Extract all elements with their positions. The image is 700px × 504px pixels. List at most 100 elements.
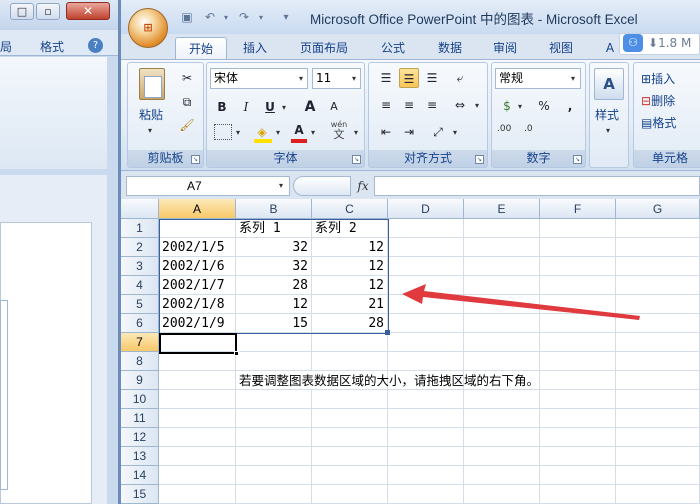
align-left-icon[interactable]: ≡ <box>376 95 396 115</box>
range-resize-handle[interactable] <box>385 330 390 335</box>
cell-c14[interactable] <box>312 466 388 485</box>
row-header[interactable]: 14 <box>121 466 159 485</box>
cell-b6[interactable]: 15 <box>236 314 312 333</box>
cell-d15[interactable] <box>388 485 464 504</box>
tab-review[interactable]: 审阅 <box>485 37 525 59</box>
delete-cells-button[interactable]: ⊟删除 <box>641 92 675 109</box>
tab-home[interactable]: 开始 <box>175 37 227 59</box>
align-top-icon[interactable]: ☰ <box>376 68 396 88</box>
borders-dropdown-icon[interactable]: ▾ <box>236 128 240 137</box>
formula-input[interactable] <box>374 176 700 196</box>
insert-function-button[interactable]: fx <box>353 176 373 196</box>
copy-icon[interactable]: ⧉ <box>177 92 197 112</box>
cell-c2[interactable]: 12 <box>312 238 388 257</box>
cell-e10[interactable] <box>464 390 540 409</box>
cell-f2[interactable] <box>540 238 616 257</box>
row-header[interactable]: 9 <box>121 371 159 390</box>
cell-c1[interactable]: 系列 2 <box>312 219 388 238</box>
cell-g11[interactable] <box>616 409 700 428</box>
cell-g6[interactable] <box>616 314 700 333</box>
cell-e3[interactable] <box>464 257 540 276</box>
cell-d6[interactable] <box>388 314 464 333</box>
cell-e12[interactable] <box>464 428 540 447</box>
cell-a12[interactable] <box>159 428 236 447</box>
cell-d2[interactable] <box>388 238 464 257</box>
styles-icon[interactable]: A <box>594 68 624 100</box>
row-header[interactable]: 13 <box>121 447 159 466</box>
cell-c4[interactable]: 12 <box>312 276 388 295</box>
cell-g15[interactable] <box>616 485 700 504</box>
format-cells-button[interactable]: ▤格式 <box>641 114 676 131</box>
cell-b11[interactable] <box>236 409 312 428</box>
paste-dropdown-icon[interactable]: ▾ <box>148 126 152 135</box>
cell-a13[interactable] <box>159 447 236 466</box>
increase-indent-icon[interactable]: ⇥ <box>399 122 419 142</box>
cell-e1[interactable] <box>464 219 540 238</box>
cell-a11[interactable] <box>159 409 236 428</box>
cell-g12[interactable] <box>616 428 700 447</box>
font-name-select[interactable]: 宋体 <box>210 68 308 89</box>
cell-c5[interactable]: 21 <box>312 295 388 314</box>
undo-dropdown-icon[interactable]: ▾ <box>218 10 234 25</box>
help-icon[interactable]: ? <box>88 38 103 53</box>
row-header[interactable]: 15 <box>121 485 159 504</box>
cell-e11[interactable] <box>464 409 540 428</box>
row-header[interactable]: 5 <box>121 295 159 314</box>
redo-dropdown-icon[interactable]: ▾ <box>253 10 269 25</box>
merge-dropdown-icon[interactable]: ▾ <box>475 101 479 110</box>
cell-f9[interactable] <box>540 371 616 390</box>
redo-icon[interactable]: ↷ <box>236 10 252 25</box>
row-header[interactable]: 4 <box>121 276 159 295</box>
cell-a2[interactable]: 2002/1/5 <box>159 238 236 257</box>
cell-d8[interactable] <box>388 352 464 371</box>
italic-button[interactable]: I <box>236 97 256 117</box>
cell-f4[interactable] <box>540 276 616 295</box>
styles-dropdown-icon[interactable]: ▾ <box>606 126 610 135</box>
cell-d12[interactable] <box>388 428 464 447</box>
align-bottom-icon[interactable]: ☰ <box>422 68 442 88</box>
cell-d13[interactable] <box>388 447 464 466</box>
tab-addins[interactable]: A <box>602 37 618 59</box>
orientation-dropdown-icon[interactable]: ▾ <box>453 128 457 137</box>
restore-button[interactable]: □ <box>10 3 34 20</box>
cell-b8[interactable] <box>236 352 312 371</box>
cell-b1[interactable]: 系列 1 <box>236 219 312 238</box>
namebox-dropdown-icon[interactable]: ▾ <box>279 181 283 190</box>
cell-d14[interactable] <box>388 466 464 485</box>
cut-icon[interactable]: ✂ <box>177 68 197 88</box>
comma-button[interactable]: , <box>560 96 580 116</box>
cell-a5[interactable]: 2002/1/8 <box>159 295 236 314</box>
font-color-dropdown-icon[interactable]: ▾ <box>311 128 315 137</box>
fill-handle[interactable] <box>234 351 239 356</box>
cell-e2[interactable] <box>464 238 540 257</box>
cell-d5[interactable] <box>388 295 464 314</box>
cell-e14[interactable] <box>464 466 540 485</box>
cell-e5[interactable] <box>464 295 540 314</box>
slide-canvas[interactable] <box>0 222 92 504</box>
cell-f5[interactable] <box>540 295 616 314</box>
maximize-button[interactable]: ▫ <box>36 3 60 20</box>
cell-a15[interactable] <box>159 485 236 504</box>
ppt-tab-format[interactable]: 格式 <box>40 38 64 55</box>
cell-b9[interactable]: 若要调整图表数据区域的大小，请拖拽区域的右下角。 <box>236 371 539 390</box>
cell-c12[interactable] <box>312 428 388 447</box>
tab-data[interactable]: 数据 <box>430 37 470 59</box>
dialog-launcher-icon[interactable]: ↘ <box>191 155 200 164</box>
worksheet-grid[interactable]: A B C D E F G 1 系列 1 系列 2 2 2002/1/5 32 12 3 200… <box>121 199 700 504</box>
cell-a4[interactable]: 2002/1/7 <box>159 276 236 295</box>
customize-qat-icon[interactable]: ▾ <box>278 10 294 25</box>
cell-g14[interactable] <box>616 466 700 485</box>
slide-thumbnail[interactable] <box>0 300 8 490</box>
undo-icon[interactable]: ↶ <box>202 10 218 25</box>
cell-c8[interactable] <box>312 352 388 371</box>
decrease-indent-icon[interactable]: ⇤ <box>376 122 396 142</box>
cell-b14[interactable] <box>236 466 312 485</box>
cell-d1[interactable] <box>388 219 464 238</box>
cell-f12[interactable] <box>540 428 616 447</box>
dialog-launcher-icon[interactable]: ↘ <box>352 155 361 164</box>
cell-f8[interactable] <box>540 352 616 371</box>
row-header[interactable]: 3 <box>121 257 159 276</box>
cell-c15[interactable] <box>312 485 388 504</box>
phonetic-button[interactable]: wén 文 <box>325 120 353 142</box>
column-header[interactable]: D <box>388 199 464 219</box>
